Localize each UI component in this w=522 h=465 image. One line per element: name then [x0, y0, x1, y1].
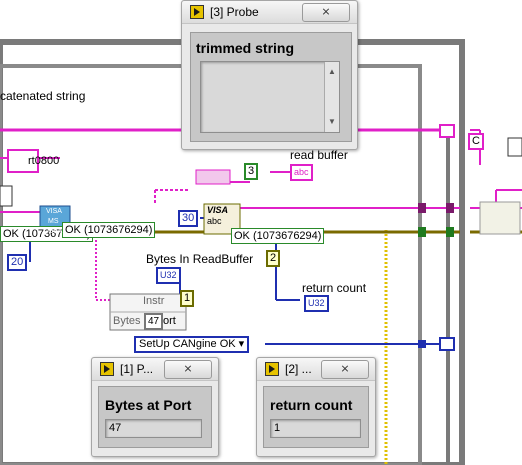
probe-title: [3] Probe — [210, 5, 259, 19]
bytes-in-readbuffer-indicator[interactable]: U32 — [156, 267, 181, 284]
constant-3[interactable]: 3 — [244, 163, 259, 180]
probe-panel: return count 1 — [263, 386, 369, 448]
probe-titlebar[interactable]: [2] ... ⨯ — [257, 358, 375, 381]
rt0800-label: rt0800 — [28, 155, 60, 167]
return-count-label: return count — [302, 281, 367, 295]
return-count-probe-indicator[interactable]: 1 — [270, 419, 361, 438]
constant-c[interactable]: C — [468, 133, 484, 150]
read-buffer-indicator[interactable]: abc — [290, 164, 313, 181]
probe-panel: Bytes at Port 47 — [98, 386, 212, 448]
trimmed-string-indicator[interactable]: ▲ ▼ — [200, 61, 340, 133]
visa-read-label: VISA — [207, 205, 229, 215]
visa-clear-label: VISA — [46, 208, 62, 215]
visa-clear-ms: MS — [48, 218, 59, 225]
probe-titlebar[interactable]: [1] P... ⨯ — [92, 358, 218, 381]
error-wire-label-mid: OK (1073676294) — [62, 222, 156, 238]
concatenate-node-left — [0, 185, 13, 207]
probe-icon — [190, 5, 204, 19]
probe-panel: trimmed string ▲ ▼ — [190, 32, 352, 142]
probe-panel-title: return count — [270, 397, 353, 413]
property-node-value-47: 47 — [144, 313, 164, 330]
probe-window-2[interactable]: [2] ... ⨯ return count 1 — [256, 357, 376, 457]
probe-panel-title: trimmed string — [196, 40, 295, 56]
scroll-down-icon[interactable]: ▼ — [328, 114, 336, 130]
close-button[interactable]: ⨯ — [164, 360, 212, 379]
tunnel-enum — [439, 337, 455, 351]
probe-title: [1] P... — [120, 362, 154, 376]
read-buffer-label: read buffer — [290, 148, 348, 162]
state-enum-value: SetUp CANgine OK — [139, 338, 236, 350]
visa-read-abc: abc — [207, 216, 222, 226]
bytes-in-readbuffer-label: Bytes In ReadBuffer — [146, 252, 254, 266]
probe-window-3[interactable]: [3] Probe ⨯ trimmed string ▲ ▼ — [181, 0, 358, 150]
scroll-up-icon[interactable]: ▲ — [328, 64, 336, 80]
concatenated-string-label: catenated string — [0, 89, 86, 103]
property-node-instr: Instr — [143, 295, 165, 307]
shift-register-top — [439, 124, 455, 138]
probe-icon — [265, 362, 279, 376]
close-button[interactable]: ⨯ — [302, 3, 350, 22]
tunnel-string — [446, 203, 454, 213]
tunnel-error — [446, 227, 454, 237]
probe-panel-title: Bytes at Port — [105, 397, 192, 413]
state-enum-constant[interactable]: SetUp CANgine OK ▾ — [134, 336, 250, 353]
probe-title: [2] ... — [285, 362, 312, 376]
error-wire-label-right: OK (1073676294) — [231, 228, 325, 244]
constant-30[interactable]: 30 — [178, 210, 199, 227]
close-button[interactable]: ⨯ — [321, 360, 369, 379]
probe-icon — [100, 362, 114, 376]
bytes-at-port-indicator[interactable]: 47 — [105, 419, 202, 438]
constant-20[interactable]: 20 — [7, 254, 28, 271]
return-count-indicator[interactable]: U32 — [304, 295, 329, 312]
probe-titlebar[interactable]: [3] Probe ⨯ — [182, 1, 357, 24]
constant-1[interactable]: 1 — [180, 290, 195, 307]
chevron-down-icon[interactable]: ▾ — [239, 338, 245, 350]
visa-clear-dela: DELA — [44, 228, 63, 235]
probe-window-1[interactable]: [1] P... ⨯ Bytes at Port 47 — [91, 357, 219, 457]
scrollbar[interactable]: ▲ ▼ — [324, 62, 339, 132]
visa-node-right — [479, 201, 521, 235]
property-node-port: ort — [163, 315, 176, 327]
constant-2[interactable]: 2 — [266, 250, 281, 267]
property-node-bytes: Bytes — [113, 315, 141, 327]
